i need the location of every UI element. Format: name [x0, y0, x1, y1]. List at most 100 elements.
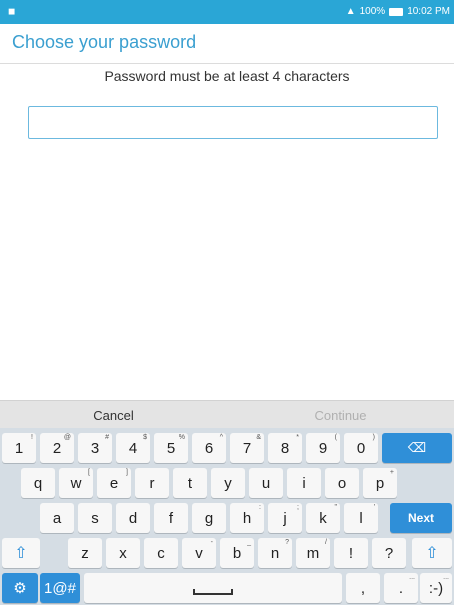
key-8[interactable]: 8 * — [268, 433, 302, 463]
backspace-icon: ⌫ — [407, 440, 427, 455]
key-c[interactable]: c — [144, 538, 178, 568]
key-w[interactable]: w[ — [59, 468, 93, 498]
wifi-icon: ◼ — [8, 6, 16, 16]
key-3[interactable]: 3 # — [78, 433, 112, 463]
key-1-label: 1 — [14, 439, 24, 457]
key-9-label: 9 — [318, 439, 328, 457]
key-q-label: q — [33, 474, 43, 492]
key-s[interactable]: s — [78, 503, 112, 533]
key-4[interactable]: 4 $ — [116, 433, 150, 463]
key-2[interactable]: 2 @ — [40, 433, 74, 463]
signal-icon: ▲ — [345, 6, 356, 17]
key-l-hint: ' — [373, 504, 375, 511]
shift-key-right[interactable]: ⇧ — [412, 538, 452, 568]
gear-icon: ⚙ — [13, 580, 27, 597]
key-a-label: a — [52, 509, 62, 527]
key-k-label: k — [319, 509, 327, 527]
status-indicators: ▲ 100% 10:02 PM — [346, 6, 450, 17]
key-8-label: 8 — [280, 439, 290, 457]
key-exclamation[interactable]: ! — [334, 538, 368, 568]
key-exclamation-label: ! — [348, 544, 354, 562]
key-y[interactable]: y — [211, 468, 245, 498]
settings-key[interactable]: ⚙ — [2, 573, 38, 603]
key-n-label: n — [270, 544, 280, 562]
key-e-hint: ] — [126, 469, 128, 476]
key-g[interactable]: g — [192, 503, 226, 533]
key-k-hint: " — [334, 504, 338, 511]
key-6[interactable]: 6 ^ — [192, 433, 226, 463]
key-p-hint: + — [389, 469, 394, 476]
key-question-label: ? — [384, 544, 394, 562]
key-i-label: i — [302, 474, 306, 492]
key-d[interactable]: d — [116, 503, 150, 533]
key-c-label: c — [157, 544, 165, 562]
key-o-label: o — [337, 474, 347, 492]
key-p[interactable]: p + — [363, 468, 397, 498]
key-6-label: 6 — [204, 439, 214, 457]
smiley-key-hint: ... — [443, 574, 449, 581]
battery-icon — [389, 7, 404, 16]
key-j-label: j — [283, 509, 287, 527]
key-b[interactable]: b _ — [220, 538, 254, 568]
key-t-label: t — [187, 474, 193, 492]
key-h-label: h — [242, 509, 252, 527]
key-y-label: y — [224, 474, 232, 492]
key-r-label: r — [149, 474, 155, 492]
backspace-key[interactable]: ⌫ — [382, 433, 452, 463]
key-n[interactable]: n? — [258, 538, 292, 568]
key-h[interactable]: h: — [230, 503, 264, 533]
key-e[interactable]: e] — [97, 468, 131, 498]
key-1[interactable]: 1! — [2, 433, 36, 463]
period-key[interactable]: .... — [384, 573, 418, 603]
key-s-label: s — [91, 509, 99, 527]
key-t[interactable]: t — [173, 468, 207, 498]
continue-button[interactable]: Continue — [227, 408, 454, 423]
key-r[interactable]: r — [135, 468, 169, 498]
key-7-hint: & — [256, 434, 261, 441]
smiley-key[interactable]: :-)... — [420, 573, 452, 603]
on-screen-keyboard: 1! 2 @3 #4 $5% 6 ^ 7 & 8 * 9(0) ⌫ q w[e] r t y u i o p + a s d f g h… — [0, 428, 454, 605]
key-p-label: p — [375, 474, 385, 492]
space-key[interactable] — [84, 573, 342, 603]
key-e-label: e — [109, 474, 119, 492]
key-v[interactable]: v- — [182, 538, 216, 568]
key-b-label: b — [232, 544, 242, 562]
shift-key-left[interactable]: ⇧ — [2, 538, 40, 568]
key-0-label: 0 — [356, 439, 366, 457]
key-9[interactable]: 9( — [306, 433, 340, 463]
key-7-label: 7 — [242, 439, 252, 457]
key-h-hint: : — [259, 504, 261, 511]
key-l[interactable]: l ' — [344, 503, 378, 533]
key-3-label: 3 — [90, 439, 100, 457]
key-2-hint: @ — [63, 434, 71, 441]
key-b-hint: _ — [247, 539, 251, 546]
key-a[interactable]: a — [40, 503, 74, 533]
key-2-label: 2 — [52, 439, 62, 457]
comma-key[interactable]: , — [346, 573, 380, 603]
symbols-key[interactable]: 1@# — [40, 573, 80, 603]
key-1-hint: ! — [31, 434, 33, 441]
key-i[interactable]: i — [287, 468, 321, 498]
key-q[interactable]: q — [21, 468, 55, 498]
key-k[interactable]: k " — [306, 503, 340, 533]
cancel-button[interactable]: Cancel — [0, 408, 227, 423]
space-icon — [193, 589, 233, 595]
key-o[interactable]: o — [325, 468, 359, 498]
key-x[interactable]: x — [106, 538, 140, 568]
page-title: Choose your password — [12, 32, 197, 52]
next-key[interactable]: Next — [390, 503, 452, 533]
key-j[interactable]: j; — [268, 503, 302, 533]
key-9-hint: ( — [334, 434, 337, 441]
key-7[interactable]: 7 & — [230, 433, 264, 463]
smiley-key-label: :-) — [428, 579, 444, 597]
key-u[interactable]: u — [249, 468, 283, 498]
key-question[interactable]: ? — [372, 538, 406, 568]
key-f[interactable]: f — [154, 503, 188, 533]
key-w-label: w — [70, 474, 82, 492]
password-input[interactable] — [28, 106, 438, 139]
key-m[interactable]: m / — [296, 538, 330, 568]
key-0[interactable]: 0) — [344, 433, 378, 463]
key-5[interactable]: 5% — [154, 433, 188, 463]
key-z[interactable]: z — [68, 538, 102, 568]
symbols-key-label: 1@# — [44, 579, 76, 597]
